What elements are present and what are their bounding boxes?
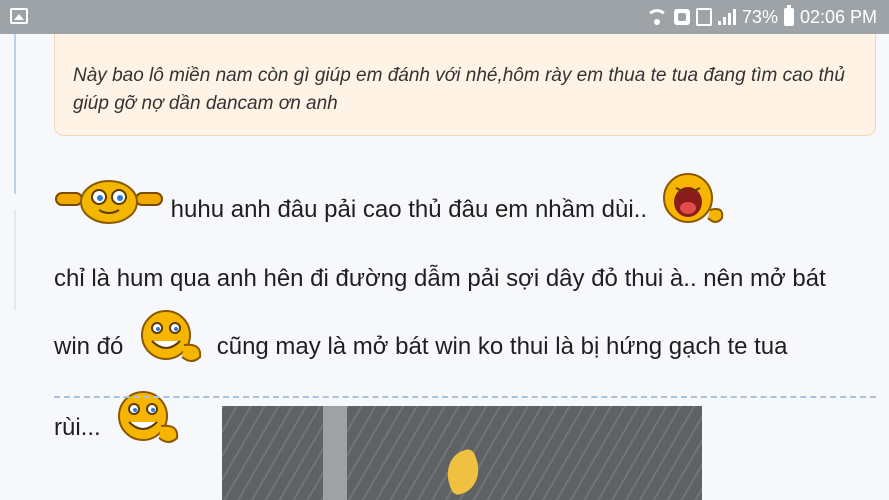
quoted-message: Này bao lô miền nam còn gì giúp em đánh …: [54, 34, 876, 136]
smile-emoji-icon-2: [107, 388, 187, 469]
sidebar-edge-lower: [0, 210, 16, 310]
post-image: [222, 406, 702, 500]
post-line-4: rùi...: [54, 413, 101, 441]
post-line-2: chỉ là hum qua anh hên đi đường dẫm pải …: [54, 265, 826, 292]
wifi-icon: [645, 9, 668, 25]
cheer-emoji-icon: [54, 175, 164, 246]
sidebar-edge: [0, 34, 16, 194]
quoted-text: Này bao lô miền nam còn gì giúp em đánh …: [73, 65, 845, 114]
sim-icon: [695, 8, 712, 26]
status-icons: 73% 02:06 PM: [645, 5, 877, 28]
divider: [54, 396, 876, 398]
nfc-icon: [673, 9, 690, 25]
smile-emoji-icon: [130, 307, 210, 388]
gallery-icon: [10, 8, 28, 24]
clock-time: 02:06 PM: [799, 6, 877, 27]
battery-icon: [783, 5, 794, 26]
shock-emoji-icon: [654, 170, 728, 251]
post-line-1: huhu anh đâu pải cao thủ đâu em nhầm dùi…: [170, 195, 648, 223]
post-line-3a: win đó: [54, 332, 124, 360]
signal-icon: [717, 9, 736, 25]
pole-shape: [323, 406, 347, 500]
battery-percent: 73%: [741, 6, 778, 27]
post-line-3b: cũng may là mở bát win ko thui là bị hứn…: [216, 332, 788, 360]
status-bar: 73% 02:06 PM: [0, 0, 889, 34]
